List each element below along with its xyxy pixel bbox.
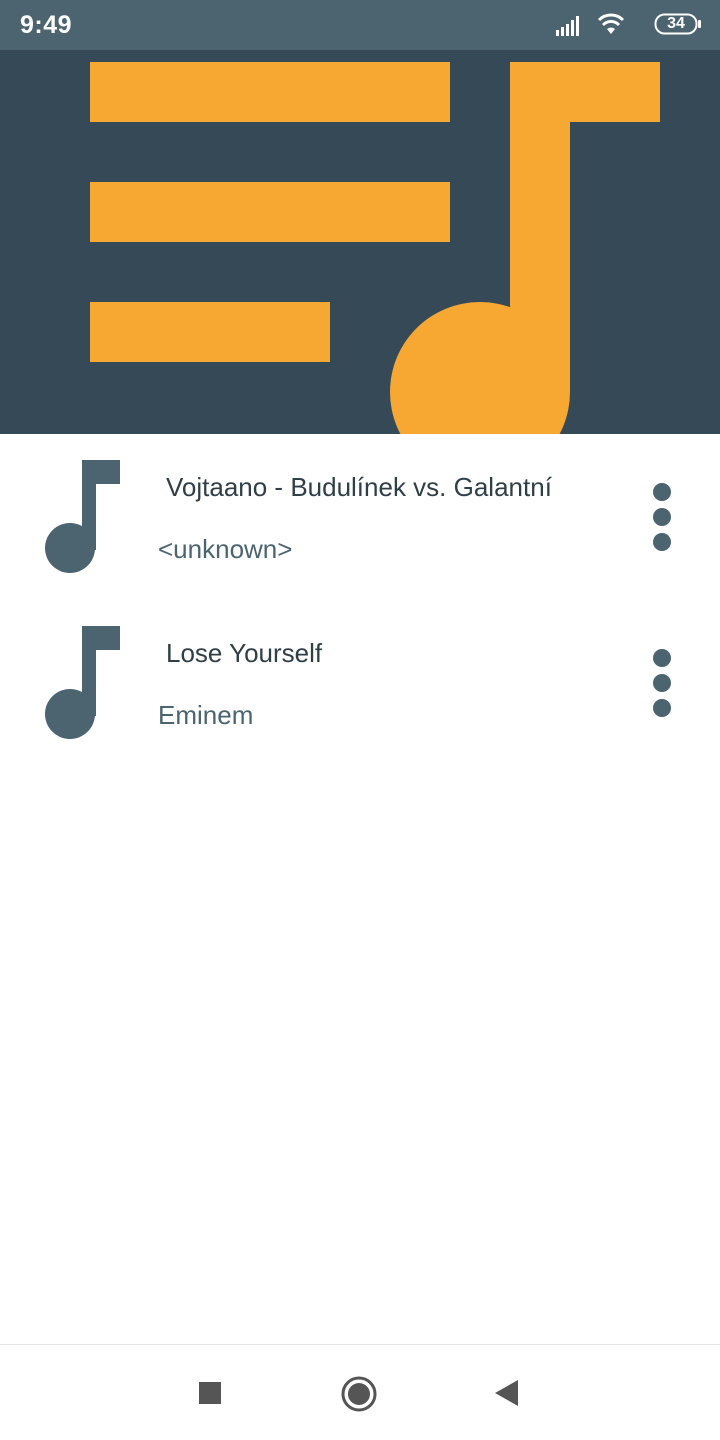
nav-bar (0, 1344, 720, 1440)
header-art (0, 50, 720, 434)
home-circle-icon[interactable] (340, 1375, 378, 1413)
battery-level: 34 (667, 15, 685, 32)
music-note-icon (45, 460, 120, 573)
music-note-icon (45, 626, 120, 739)
track-row[interactable]: Lose Yourself Eminem (0, 600, 720, 766)
track-title: Vojtaano - Budulínek vs. Galantní (166, 472, 552, 502)
track-artist: <unknown> (158, 534, 293, 564)
signal-icon (556, 16, 579, 36)
track-title: Lose Yourself (166, 638, 323, 668)
back-triangle-icon[interactable] (492, 1378, 520, 1408)
recents-square-icon[interactable] (196, 1379, 224, 1407)
track-row[interactable]: Vojtaano - Budulínek vs. Galantní <unkno… (0, 434, 720, 600)
status-time: 9:49 (20, 11, 73, 39)
more-vertical-icon[interactable] (640, 480, 684, 556)
status-bar: 9:49 34 (0, 0, 720, 50)
wifi-icon (597, 13, 625, 34)
battery-icon: 34 (654, 13, 702, 35)
more-vertical-icon[interactable] (640, 646, 684, 722)
track-artist: Eminem (158, 700, 254, 730)
playlist-music-icon (90, 62, 660, 434)
status-icons: 34 (502, 12, 702, 38)
